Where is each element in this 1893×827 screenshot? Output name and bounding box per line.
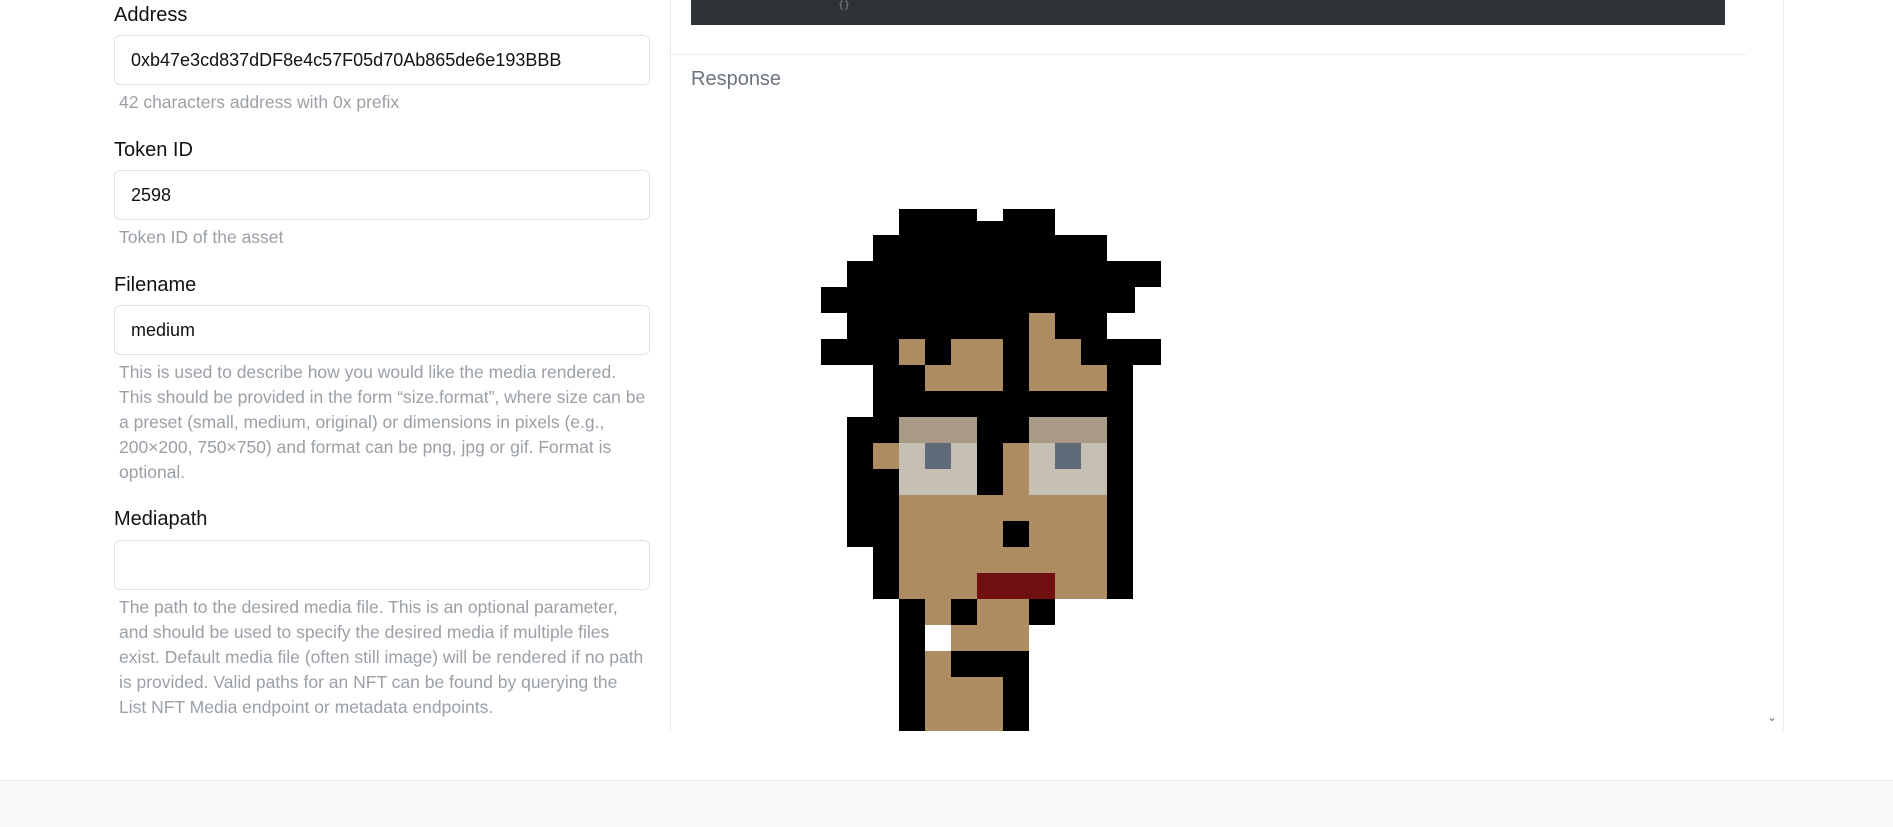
page-footer bbox=[0, 780, 1893, 827]
address-label: Address bbox=[114, 4, 188, 26]
token-id-input[interactable] bbox=[114, 170, 650, 220]
mediapath-help-line: is provided. Valid paths for an NFT can … bbox=[119, 672, 618, 692]
nft-image bbox=[821, 209, 1161, 731]
filename-help-line: optional. bbox=[119, 462, 186, 482]
mediapath-help-line: exist. Default media file (often still i… bbox=[119, 647, 644, 667]
nft-chin-shadow bbox=[951, 599, 977, 625]
request-form: Address 42 characters address with 0x pr… bbox=[0, 0, 670, 731]
filename-help: This is used to describe how you would l… bbox=[119, 360, 649, 485]
mediapath-help-line: List NFT Media endpoint or metadata endp… bbox=[119, 697, 494, 717]
mediapath-help-line: and should be used to specify the desire… bbox=[119, 622, 610, 642]
mediapath-help-line: The path to the desired media file. This… bbox=[119, 597, 618, 617]
filename-help-line: a preset (small, medium, original) or di… bbox=[119, 412, 605, 432]
code-snippet[interactable]: {} bbox=[691, 0, 1725, 25]
chevron-down-icon[interactable]: ⌄ bbox=[1767, 711, 1777, 723]
nft-neck-shadow bbox=[1003, 677, 1029, 731]
filename-help-line: This is used to describe how you would l… bbox=[119, 362, 617, 382]
token-id-help: Token ID of the asset bbox=[119, 227, 284, 247]
nft-hair bbox=[821, 209, 1161, 731]
response-panel[interactable]: {} Response bbox=[671, 0, 1783, 731]
filename-input[interactable] bbox=[114, 305, 650, 355]
response-divider bbox=[671, 54, 1746, 55]
mediapath-input[interactable] bbox=[114, 540, 650, 590]
mediapath-help: The path to the desired media file. This… bbox=[119, 595, 649, 720]
response-panel-border bbox=[1783, 0, 1784, 731]
address-help: 42 characters address with 0x prefix bbox=[119, 92, 400, 112]
address-input[interactable] bbox=[114, 35, 650, 85]
nft-nose bbox=[1003, 521, 1029, 547]
token-id-label: Token ID bbox=[114, 139, 193, 161]
nft-lips bbox=[977, 573, 1055, 599]
code-fragment: {} bbox=[838, 0, 851, 11]
filename-label: Filename bbox=[114, 274, 197, 296]
filename-help-line: This should be provided in the form “siz… bbox=[119, 387, 646, 407]
filename-help-line: 200×200, 750×750) and format can be png,… bbox=[119, 437, 612, 457]
response-label: Response bbox=[691, 68, 782, 90]
mediapath-label: Mediapath bbox=[114, 508, 208, 530]
